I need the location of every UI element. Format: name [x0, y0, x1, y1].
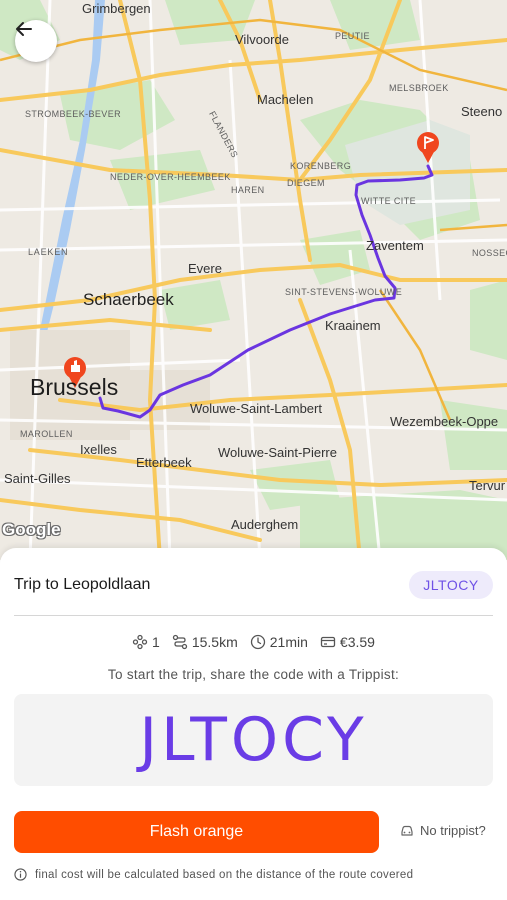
map-label: Auderghem — [231, 517, 299, 532]
card-icon — [320, 636, 336, 648]
cost-note: final cost will be calculated based on t… — [14, 868, 413, 881]
map-label: MELSBROEK — [389, 83, 449, 93]
map-label: Grimbergen — [82, 1, 151, 16]
duration-stat: 21min — [250, 634, 308, 650]
cost-note-text: final cost will be calculated based on t… — [35, 868, 414, 881]
map-label: Etterbeek — [136, 455, 192, 470]
map-label: NEDER-OVER-HEEMBEEK — [110, 172, 231, 182]
map-label: Tervur — [469, 478, 506, 493]
map-label: Machelen — [257, 92, 314, 107]
trip-sheet: Trip to Leopoldlaan JLTOCY 1 15.5km 21mi… — [0, 548, 507, 900]
map-label: Ixelles — [80, 442, 117, 457]
distance-value: 15.5km — [191, 634, 238, 650]
duration-value: 21min — [269, 634, 308, 650]
no-trippist-link[interactable]: No trippist? — [400, 823, 486, 838]
map-label: MAROLLEN — [20, 429, 73, 439]
map-label: WITTE CITE — [361, 196, 416, 206]
distance-stat: 15.5km — [172, 634, 238, 650]
arrow-left-icon — [16, 22, 32, 36]
cost-value: €3.59 — [339, 634, 375, 650]
trip-code: JLTOCY — [139, 705, 368, 775]
flash-orange-button[interactable]: Flash orange — [14, 811, 379, 853]
map-label: Steeno — [461, 104, 503, 119]
map-label: Woluwe-Saint-Lambert — [190, 401, 322, 416]
trip-title: Trip to Leopoldlaan — [14, 576, 151, 593]
google-logo: Google — [2, 520, 61, 539]
map-label: Evere — [188, 261, 222, 276]
map-label: SINT-STEVENS-WOLUWE — [285, 287, 403, 297]
map[interactable]: Grimbergen Vilvoorde PEUTIE Machelen MEL… — [0, 0, 507, 560]
map-label: NOSSEG — [472, 248, 507, 258]
map-label: HAREN — [231, 185, 265, 195]
map-label: Vilvoorde — [235, 32, 289, 47]
no-trippist-label: No trippist? — [420, 823, 486, 838]
map-label: PEUTIE — [335, 31, 370, 41]
map-label: DIEGEM — [287, 178, 325, 188]
passengers-count: 1 — [152, 634, 160, 650]
share-instruction: To start the trip, share the code with a… — [107, 667, 400, 682]
trip-code-badge: JLTOCY — [409, 571, 493, 599]
trip-stats: 1 15.5km 21min €3.59 — [0, 634, 507, 650]
people-icon — [132, 634, 148, 650]
map-label: KORENBERG — [290, 161, 352, 171]
clock-icon — [250, 634, 265, 650]
divider — [14, 615, 493, 616]
trip-code-box: JLTOCY — [14, 694, 493, 786]
map-label: LAEKEN — [28, 247, 69, 257]
map-label: Woluwe-Saint-Pierre — [218, 445, 337, 460]
map-label: Saint-Gilles — [4, 471, 71, 486]
car-icon — [401, 825, 413, 836]
back-button[interactable] — [15, 20, 57, 62]
passengers-stat: 1 — [132, 634, 160, 650]
map-label: STROMBEEK-BEVER — [25, 109, 122, 119]
map-label: Kraainem — [325, 318, 381, 333]
map-label: Wezembeek-Oppe — [390, 414, 499, 429]
route-icon — [172, 634, 187, 650]
info-icon — [14, 868, 27, 881]
cost-stat: €3.59 — [320, 634, 375, 650]
map-label: Schaerbeek — [83, 290, 174, 309]
map-label: Zaventem — [366, 238, 424, 253]
map-label: Brussels — [30, 374, 119, 400]
